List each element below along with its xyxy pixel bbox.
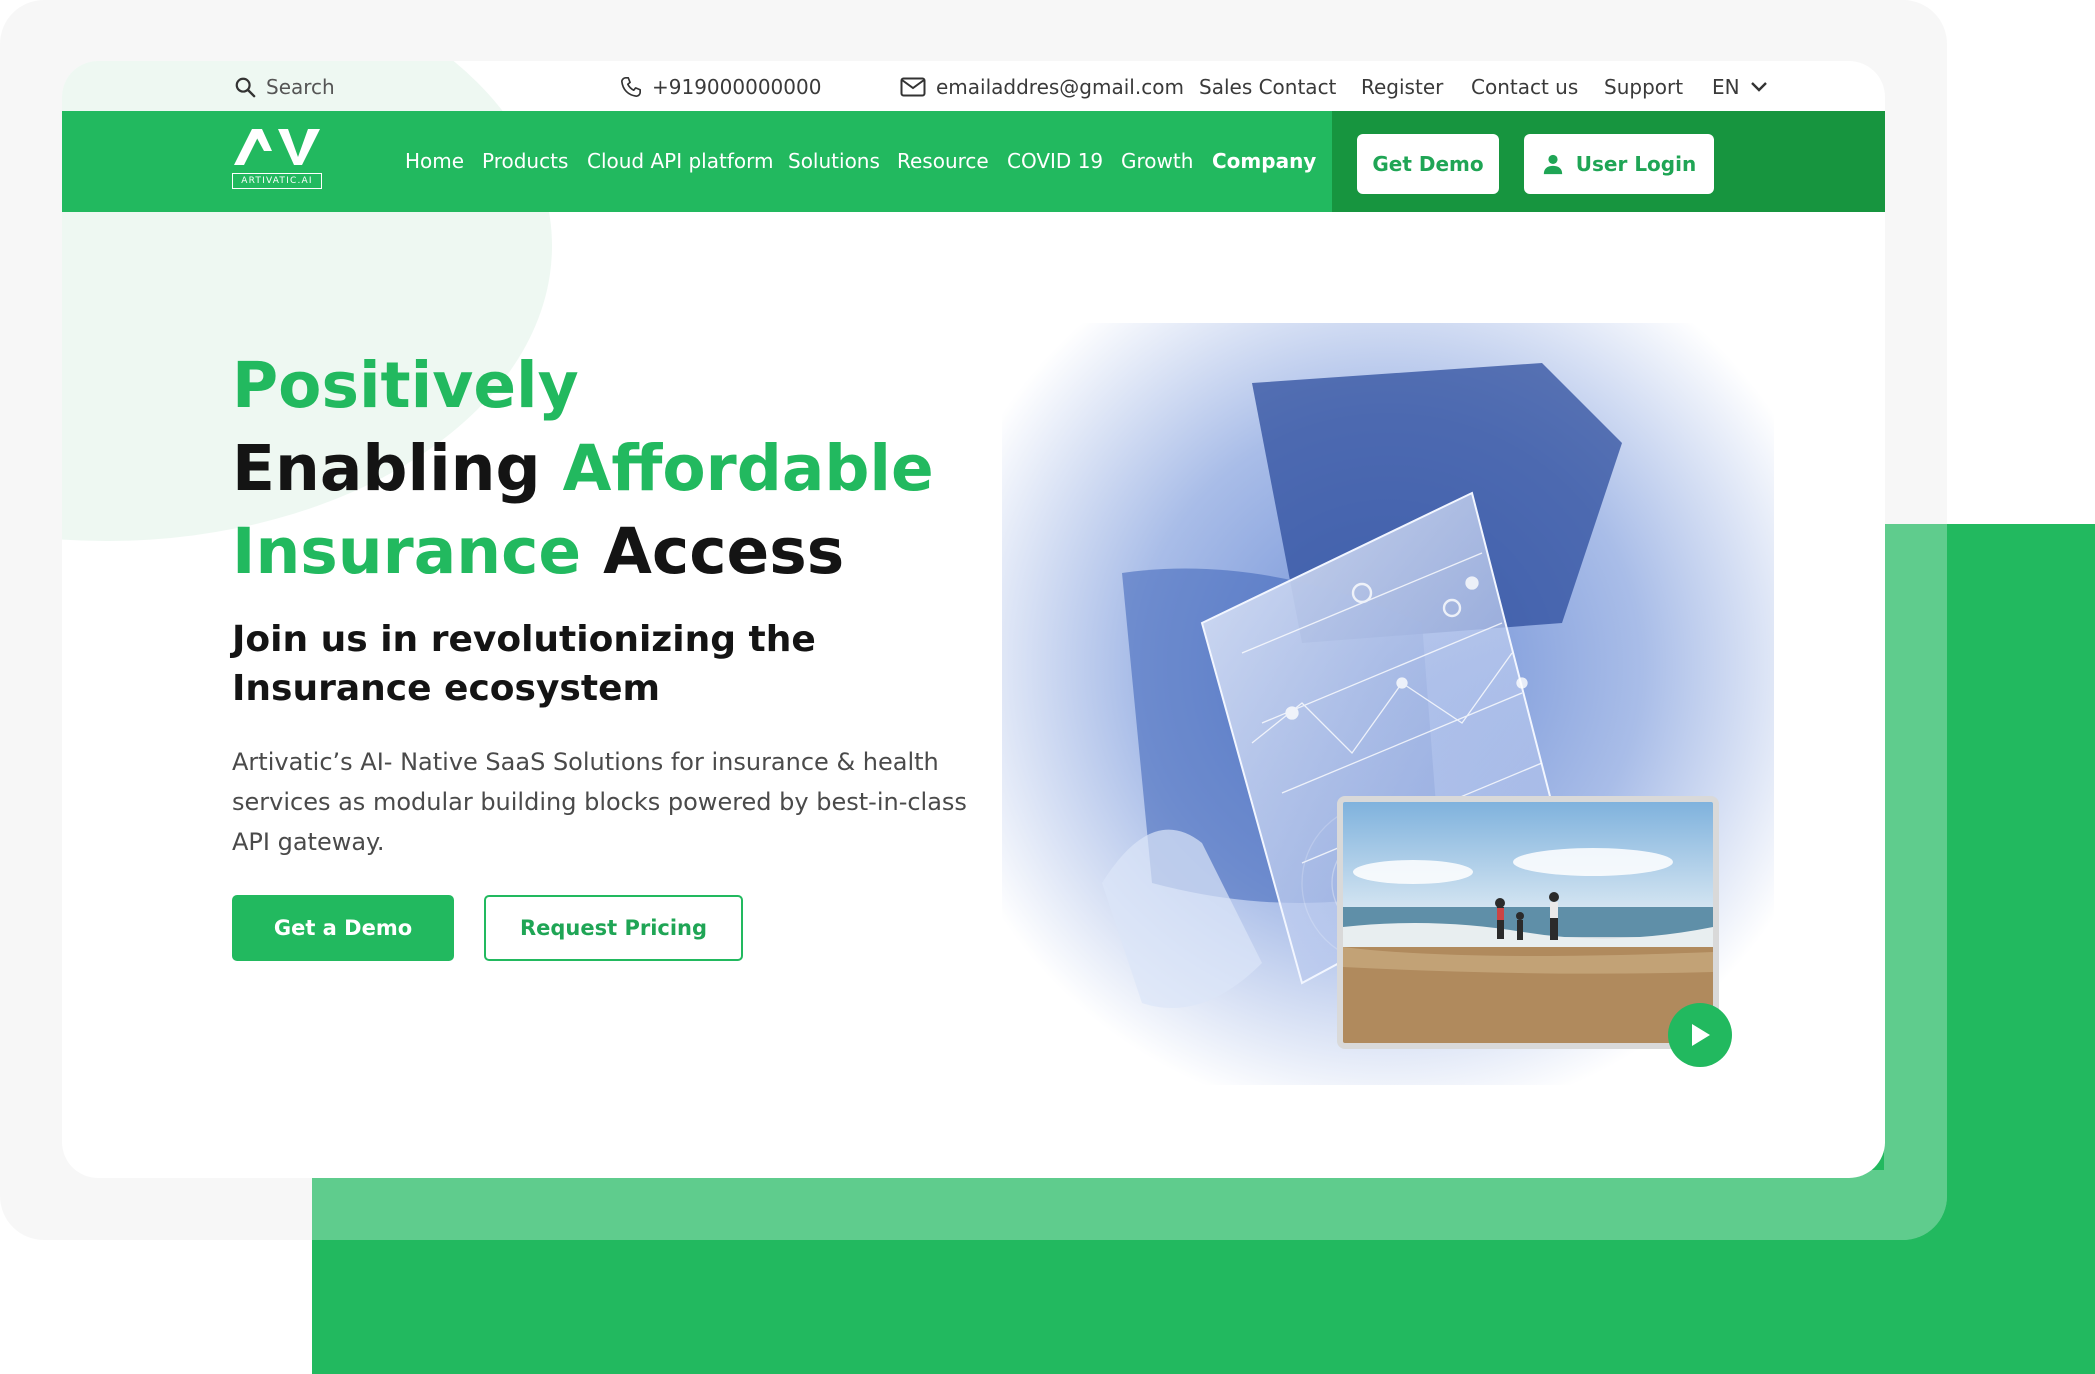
hero-heading-line2a: Enabling (232, 432, 541, 505)
get-demo-label: Get Demo (1372, 152, 1484, 176)
nav-item-covid-19[interactable]: COVID 19 (1007, 149, 1103, 173)
phone-contact[interactable]: +919000000000 (620, 75, 821, 99)
link-contact-us[interactable]: Contact us (1471, 75, 1578, 99)
av-logo-mark (234, 129, 320, 165)
hero-heading-line3a: Insurance (232, 515, 582, 588)
nav-item-products[interactable]: Products (482, 149, 568, 173)
light-green-strip-bottom (312, 1170, 1947, 1240)
search-placeholder[interactable]: Search (266, 75, 335, 99)
user-login-label: User Login (1575, 152, 1697, 176)
logo-wordmark: ARTIVATIC.AI (232, 173, 322, 189)
mail-icon (900, 77, 926, 97)
request-pricing-label: Request Pricing (519, 916, 708, 940)
chevron-down-icon (1750, 82, 1767, 92)
hero-heading: Positively Enabling Affordable Insurance… (232, 344, 934, 593)
search-icon (235, 77, 256, 98)
nav-item-company[interactable]: Company (1212, 149, 1316, 173)
email-address[interactable]: emailaddres@gmail.com (936, 75, 1184, 99)
light-green-strip-right (1884, 524, 1947, 1240)
hero-heading-line3b: Access (603, 515, 845, 588)
email-contact[interactable]: emailaddres@gmail.com (900, 75, 1184, 99)
search-box[interactable]: Search (234, 75, 335, 99)
get-a-demo-label: Get a Demo (273, 916, 413, 940)
website-card: Search +919000000000 emailaddres@gmail.c… (62, 61, 1885, 1178)
link-register[interactable]: Register (1361, 75, 1443, 99)
play-icon (1692, 1024, 1710, 1046)
request-pricing-button[interactable]: Request Pricing (484, 895, 743, 961)
main-navbar: ARTIVATIC.AI Home Products Cloud API pla… (62, 111, 1885, 212)
user-icon (1543, 154, 1562, 175)
link-contact-us-label[interactable]: Contact us (1471, 75, 1578, 99)
nav-item-resource[interactable]: Resource (897, 149, 989, 173)
hero-heading-line1: Positively (232, 349, 579, 422)
link-sales-contact[interactable]: Sales Contact (1199, 75, 1336, 99)
hero-subtitle: Join us in revolutionizing the Insurance… (232, 619, 816, 709)
play-video-button[interactable] (1668, 1003, 1732, 1067)
hero-description: Artivatic’s AI- Native SaaS Solutions fo… (232, 748, 967, 856)
nav-item-cloud-api-platform[interactable]: Cloud API platform (587, 149, 773, 173)
nav-item-home[interactable]: Home (405, 149, 464, 173)
top-utility-bar: Search +919000000000 emailaddres@gmail.c… (62, 61, 1885, 111)
link-register-label[interactable]: Register (1361, 75, 1443, 99)
link-support-label[interactable]: Support (1604, 75, 1683, 99)
phone-icon (621, 77, 641, 97)
hero-heading-line2b: Affordable (562, 432, 934, 505)
beach-family-image (1343, 802, 1713, 1043)
language-label[interactable]: EN (1712, 75, 1740, 99)
video-thumbnail[interactable] (1337, 796, 1719, 1049)
get-a-demo-button[interactable]: Get a Demo (232, 895, 454, 961)
phone-number[interactable]: +919000000000 (652, 75, 821, 99)
nav-item-solutions[interactable]: Solutions (788, 149, 880, 173)
language-selector[interactable]: EN (1712, 75, 1768, 99)
nav-item-growth[interactable]: Growth (1121, 149, 1193, 173)
brand-logo[interactable]: ARTIVATIC.AI (232, 127, 322, 189)
link-sales-contact-label[interactable]: Sales Contact (1199, 75, 1336, 99)
get-demo-button[interactable]: Get Demo (1357, 134, 1499, 194)
user-login-button[interactable]: User Login (1524, 134, 1714, 194)
link-support[interactable]: Support (1604, 75, 1683, 99)
